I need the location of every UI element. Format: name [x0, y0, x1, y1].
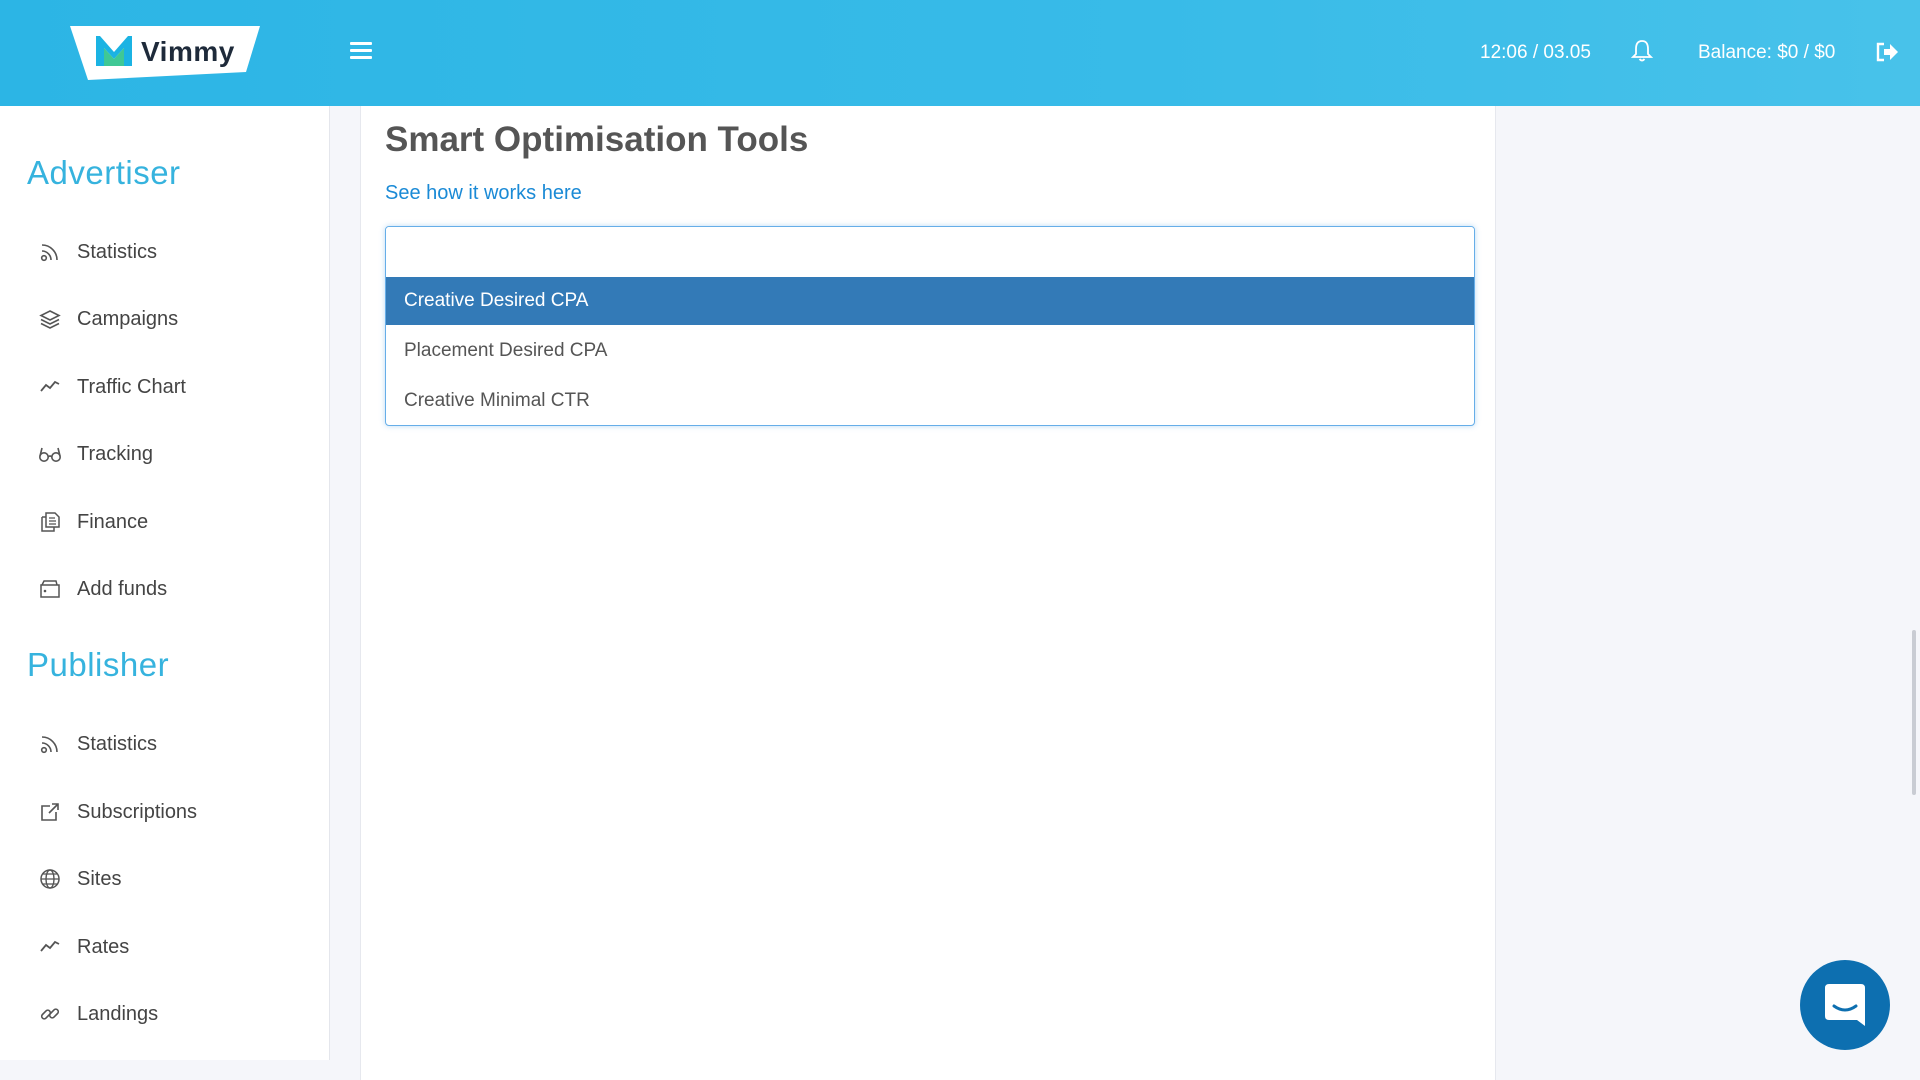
top-header: Vimmy 12:06 / 03.05 Balance: $0 / $0 — [0, 0, 1920, 106]
page-scrollbar[interactable] — [1912, 630, 1916, 795]
logo-text: Vimmy — [141, 36, 235, 67]
sidebar-item-rates[interactable]: Rates — [38, 932, 129, 962]
sidebar-item-label: Finance — [77, 510, 149, 533]
sidebar-item-advertiser-statistics[interactable]: Statistics — [38, 237, 157, 267]
sidebar-item-landings[interactable]: Landings — [38, 999, 158, 1029]
advertiser-section-title: Advertiser — [27, 154, 181, 191]
sidebar-item-sites[interactable]: Sites — [38, 864, 121, 894]
sidebar-item-label: Subscriptions — [77, 800, 198, 823]
wallet-icon — [38, 577, 62, 601]
how-it-works-link[interactable]: See how it works here — [385, 182, 582, 205]
link-icon — [38, 1002, 62, 1026]
sidebar-item-publisher-statistics[interactable]: Statistics — [38, 729, 157, 759]
main-panel: Smart Optimisation Tools See how it work… — [360, 106, 1496, 1080]
trend-line-icon — [38, 375, 62, 399]
option-creative-minimal-ctr[interactable]: Creative Minimal CTR — [386, 377, 1474, 425]
sidebar-item-label: Add funds — [77, 577, 168, 600]
trend-line-icon — [38, 935, 62, 959]
optimisation-tool-dropdown[interactable]: Creative Desired CPA Placement Desired C… — [385, 226, 1475, 426]
rss-icon — [38, 240, 62, 264]
globe-icon — [38, 867, 62, 891]
share-icon — [38, 800, 62, 824]
sidebar-item-label: Traffic Chart — [77, 375, 186, 398]
sidebar-item-tracking[interactable]: Tracking — [38, 439, 153, 469]
sidebar-item-subscriptions[interactable]: Subscriptions — [38, 797, 197, 827]
rss-icon — [38, 732, 62, 756]
chat-widget-button[interactable] — [1800, 960, 1890, 1050]
documents-icon — [38, 510, 62, 534]
hamburger-icon[interactable] — [350, 42, 372, 62]
sidebar-item-label: Landings — [77, 1002, 159, 1025]
sidebar-item-label: Rates — [77, 935, 130, 958]
option-creative-desired-cpa[interactable]: Creative Desired CPA — [386, 277, 1474, 325]
glasses-icon — [38, 442, 62, 466]
sidebar-item-label: Tracking — [77, 442, 153, 465]
page-title: Smart Optimisation Tools — [385, 120, 809, 159]
clock-readout: 12:06 / 03.05 — [1480, 42, 1591, 63]
option-placement-desired-cpa[interactable]: Placement Desired CPA — [386, 327, 1474, 375]
sidebar-item-campaigns[interactable]: Campaigns — [38, 304, 178, 334]
sidebar-item-traffic-chart[interactable]: Traffic Chart — [38, 372, 186, 402]
bell-icon[interactable] — [1630, 38, 1654, 64]
sidebar-item-add-funds[interactable]: Add funds — [38, 574, 167, 604]
sidebar-item-label: Sites — [77, 867, 122, 890]
balance-readout: Balance: $0 / $0 — [1698, 42, 1836, 63]
vimmy-logo[interactable]: Vimmy — [70, 26, 260, 80]
sidebar-item-finance[interactable]: Finance — [38, 507, 148, 537]
sidebar-item-label: Campaigns — [77, 307, 179, 330]
dropdown-search-input[interactable] — [386, 227, 1474, 277]
logout-icon[interactable] — [1875, 41, 1899, 63]
publisher-section-title: Publisher — [27, 646, 170, 683]
sidebar-item-label: Statistics — [77, 240, 158, 263]
chat-bubble-icon — [1825, 984, 1865, 1026]
sidebar: Advertiser Statistics Campaigns Traffic … — [0, 106, 330, 1060]
layers-icon — [38, 307, 62, 331]
sidebar-item-label: Statistics — [77, 732, 158, 755]
